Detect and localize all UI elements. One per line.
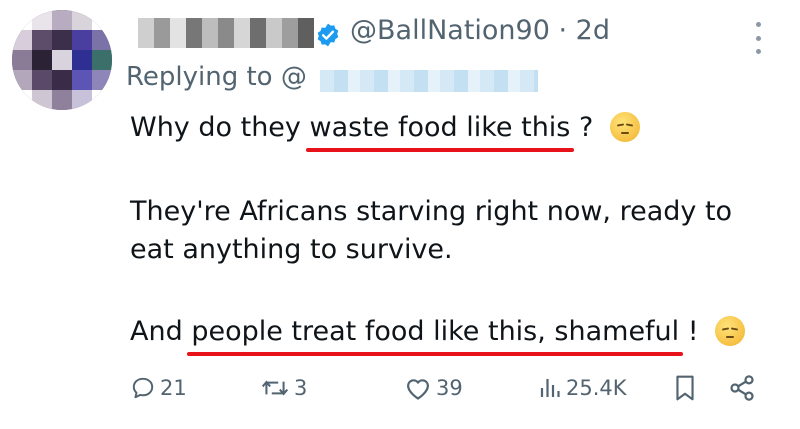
repost-icon	[261, 380, 289, 396]
text-segment: And	[130, 316, 183, 347]
replying-to-handle-redacted[interactable]	[320, 70, 538, 92]
share-icon	[730, 375, 754, 401]
like-count: 39	[436, 376, 463, 400]
tweet-text-line-4: And people treat food like this, shamefu…	[130, 316, 746, 356]
share-button[interactable]	[728, 370, 756, 406]
user-handle[interactable]: @BallNation90	[350, 15, 550, 46]
reply-count: 21	[160, 376, 187, 400]
more-options-icon[interactable]	[752, 22, 764, 54]
tweet-actions-bar: 21 3 39 25.4K	[130, 370, 770, 406]
reply-icon	[132, 377, 154, 399]
tweet-text-line-3: eat anything to survive.	[130, 234, 453, 265]
views-button[interactable]: 25.4K	[538, 370, 627, 406]
tweet-age[interactable]: 2d	[576, 15, 610, 46]
disappointed-face-icon	[609, 112, 640, 142]
replying-to-label: Replying to @	[126, 62, 307, 92]
views-chart-icon	[540, 379, 560, 397]
pensive-face-icon	[715, 316, 746, 346]
tweet-text-line-1: Why do they waste food like this ?	[130, 112, 640, 152]
replying-to: Replying to @	[126, 62, 307, 92]
bookmark-button[interactable]	[674, 370, 696, 406]
text-segment: ?	[578, 112, 594, 143]
repost-button[interactable]: 3	[260, 370, 307, 406]
separator-dot: ·	[558, 15, 568, 46]
avatar[interactable]	[12, 10, 112, 110]
bookmark-icon	[676, 375, 694, 401]
underlined-text: waste food like this	[305, 112, 575, 152]
view-count: 25.4K	[566, 376, 627, 400]
like-button[interactable]: 39	[404, 370, 463, 406]
tweet-text-line-2: They're Africans starving right now, rea…	[130, 196, 733, 227]
user-handle-and-time: @BallNation90 · 2d	[350, 15, 610, 46]
verified-badge-icon	[317, 23, 339, 47]
display-name-redacted[interactable]	[138, 18, 314, 48]
text-segment: !	[687, 316, 699, 347]
repost-count: 3	[294, 376, 308, 400]
heart-icon	[406, 379, 430, 400]
reply-button[interactable]: 21	[130, 370, 187, 406]
underlined-text: people treat food like this, shameful	[187, 316, 684, 356]
text-segment: Why do they	[130, 112, 301, 143]
